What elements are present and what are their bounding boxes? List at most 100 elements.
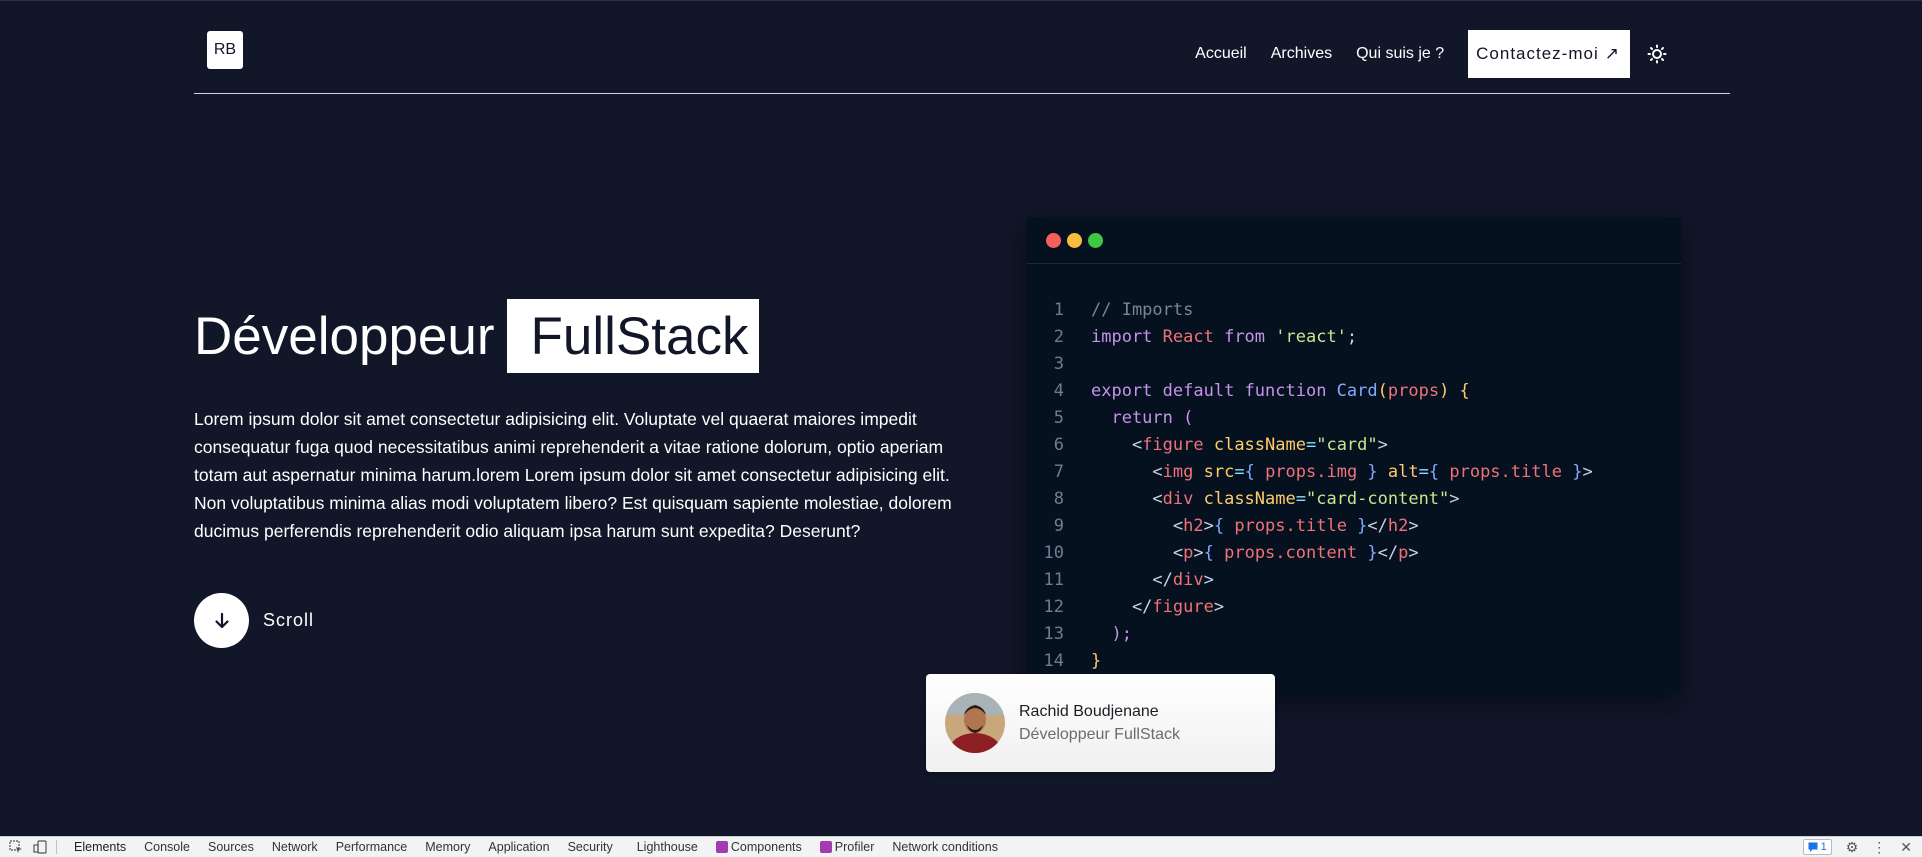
close-devtools-icon[interactable]: ✕ [1900, 839, 1912, 856]
code-window: 1 // Imports 2 import React from 'react'; 3 4… [1027, 217, 1681, 694]
tab-network-conditions[interactable]: Network conditions [883, 840, 1007, 854]
code-token: < [1091, 434, 1143, 455]
code-line: 10 < p >{ props.content } </p > [1027, 539, 1681, 566]
hero-description: Lorem ipsum dolor sit amet consectetur a… [194, 409, 952, 541]
code-token: 'react' [1265, 326, 1347, 347]
nav-accueil[interactable]: Accueil [1195, 45, 1247, 63]
scroll-button[interactable]: Scroll [194, 593, 314, 648]
code-token: "card-content" [1305, 488, 1450, 509]
code-token: < [1091, 515, 1184, 536]
code-token: = [1234, 461, 1245, 482]
code-token: } [1357, 461, 1378, 482]
site-logo[interactable]: RB [207, 31, 243, 69]
settings-gear-icon[interactable]: ⚙ [1846, 839, 1859, 856]
tab-network[interactable]: Network [263, 840, 327, 854]
code-line: 4 export default function Card(props) { [1027, 377, 1681, 404]
code-token: h2 [1387, 515, 1409, 536]
issues-badge[interactable]: 1 [1802, 839, 1832, 855]
maximize-dot [1088, 232, 1103, 248]
page: RB Accueil Archives Qui suis je ? Contac… [0, 0, 1922, 837]
code-token: > [1449, 488, 1460, 509]
hero-title-highlight: FullStack [506, 299, 759, 373]
code-line: 7 < img src ={ props.img } alt ={ props.tit… [1027, 458, 1681, 485]
code-token: import [1091, 326, 1153, 347]
contact-button[interactable]: Contactez-moi ↗ [1468, 30, 1630, 78]
code-token: > [1408, 542, 1419, 563]
code-token: className [1203, 434, 1306, 455]
scroll-circle [194, 593, 249, 648]
devtools-right-controls: 1 ⚙ ⋮ ✕ [1802, 837, 1912, 857]
react-icon [819, 841, 832, 853]
code-line: 3 [1027, 350, 1681, 377]
code-token: </ [1377, 542, 1399, 563]
code-token: img [1162, 461, 1194, 482]
line-number: 4 [1053, 380, 1064, 401]
code-token: p [1183, 542, 1194, 563]
code-token: } [1357, 542, 1378, 563]
tab-lighthouse[interactable]: Lighthouse [628, 840, 707, 854]
code-token: { [1428, 461, 1450, 482]
hero-title: Développeur FullStack [194, 299, 759, 373]
logo-text: RB [213, 41, 237, 58]
code-line: 11 </div > [1027, 566, 1681, 593]
code-line: 2 import React from 'react'; [1027, 323, 1681, 350]
code-token: figure [1142, 434, 1204, 455]
code-token: export [1091, 380, 1153, 401]
tab-components[interactable]: Components [707, 840, 811, 854]
contact-label: Contactez-moi [1476, 44, 1599, 63]
code-token: > [1203, 569, 1214, 590]
code-token: h2 [1183, 515, 1204, 536]
code-token: className [1193, 488, 1296, 509]
line-number: 2 [1053, 326, 1064, 347]
line-number: 13 [1043, 623, 1064, 644]
code-token: props.img [1265, 461, 1358, 482]
profile-role: Développeur FullStack [1019, 725, 1180, 743]
code-token: ( [1172, 407, 1194, 428]
code-token: ( [1377, 380, 1388, 401]
line-number: 3 [1053, 353, 1064, 374]
issues-count: 1 [1820, 841, 1827, 853]
theme-toggle[interactable] [1644, 41, 1670, 67]
minimize-dot [1067, 232, 1082, 248]
code-token: > [1203, 515, 1214, 536]
code-token: = [1295, 488, 1306, 509]
close-dot [1046, 232, 1061, 248]
tab-performance[interactable]: Performance [327, 840, 417, 854]
line-number: 14 [1043, 650, 1064, 671]
code-token: = [1418, 461, 1429, 482]
line-number: 10 [1043, 542, 1064, 563]
code-token: </ [1091, 596, 1153, 617]
profile-name: Rachid Boudjenane [1019, 702, 1159, 720]
tab-sources[interactable]: Sources [199, 840, 263, 854]
more-options-icon[interactable]: ⋮ [1872, 839, 1886, 856]
device-toolbar-icon[interactable] [32, 839, 48, 855]
nav-qui-suis-je[interactable]: Qui suis je ? [1356, 45, 1444, 63]
line-number: 6 [1053, 434, 1064, 455]
code-token: > [1213, 596, 1225, 617]
nav-archives[interactable]: Archives [1271, 45, 1332, 63]
code-token: figure [1152, 596, 1214, 617]
avatar [945, 693, 1005, 753]
code-token: return [1091, 407, 1173, 428]
code-line: 13 ); [1027, 620, 1681, 647]
tab-console[interactable]: Console [135, 840, 199, 854]
code-token: { [1449, 380, 1470, 401]
tab-profiler[interactable]: Profiler [811, 840, 884, 854]
tab-security[interactable]: Security [559, 840, 622, 854]
code-window-titlebar [1027, 217, 1681, 264]
main-nav: Accueil Archives Qui suis je ? Contactez… [1195, 30, 1670, 78]
scroll-label: Scroll [263, 610, 315, 630]
react-icon [715, 841, 728, 853]
arrow-up-right-icon: ↗ [1604, 44, 1620, 63]
tab-memory[interactable]: Memory [416, 840, 479, 854]
tab-elements[interactable]: Elements [65, 840, 135, 854]
inspect-element-icon[interactable] [8, 839, 24, 855]
profile-card: Rachid Boudjenane Développeur FullStack [926, 674, 1275, 772]
tab-application[interactable]: Application [479, 840, 558, 854]
tab-profiler-label: Profiler [834, 840, 875, 854]
code-token: } [1346, 515, 1368, 536]
line-number: 12 [1043, 596, 1064, 617]
code-token: < [1091, 542, 1184, 563]
devtools-tabbar: Elements Console Sources Network Perform… [0, 836, 1922, 857]
code-line: 5 return ( [1027, 404, 1681, 431]
